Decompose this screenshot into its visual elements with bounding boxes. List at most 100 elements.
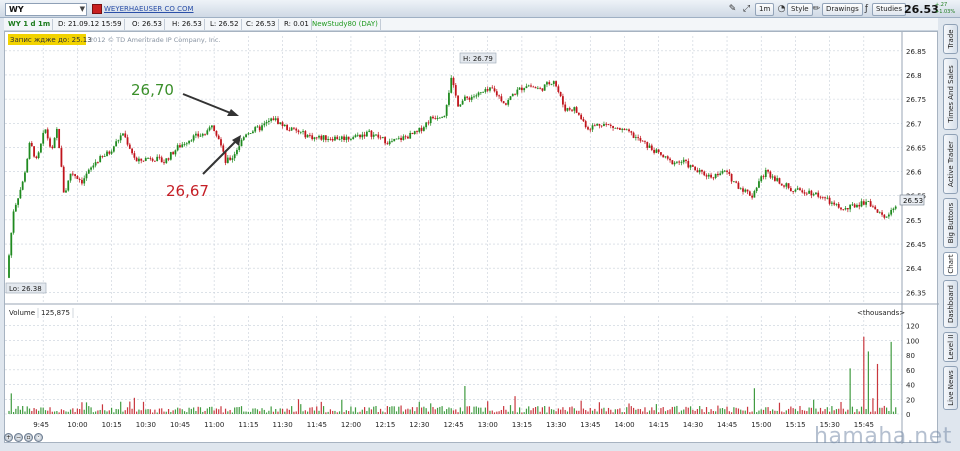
- volume-bar: [630, 406, 632, 414]
- candle-body: [742, 188, 744, 192]
- volume-bar: [480, 407, 482, 414]
- candle-body: [270, 118, 273, 121]
- volume-bar: [215, 408, 218, 414]
- volume-bar: [895, 407, 897, 414]
- candle-body: [525, 86, 528, 89]
- volume-bar: [575, 410, 578, 414]
- volume-bar: [250, 411, 252, 414]
- candle-body: [128, 144, 131, 149]
- volume-bar: [879, 407, 881, 414]
- volume-bar: [238, 406, 240, 414]
- volume-bar: [405, 409, 407, 414]
- candle-body: [393, 138, 396, 142]
- volume-bar: [88, 406, 90, 414]
- candle-body: [675, 161, 678, 163]
- volume-bar: [423, 406, 425, 414]
- candle-body: [721, 170, 724, 174]
- candle-body: [179, 145, 181, 148]
- candle-body: [737, 182, 740, 189]
- study-label[interactable]: NewStudy80 (DAY): [310, 19, 381, 30]
- volume-bar: [336, 412, 338, 414]
- chart-title[interactable]: WY 1 d 1m: [6, 19, 54, 30]
- candle-body: [122, 133, 124, 136]
- volume-bar: [610, 409, 612, 414]
- interval-button[interactable]: 1m: [755, 3, 775, 16]
- tab-dashboard[interactable]: Dashboard: [943, 280, 958, 328]
- candle-body: [803, 192, 806, 194]
- candle-body: [468, 97, 471, 100]
- volume-bar: [787, 408, 790, 414]
- candle-body: [119, 135, 122, 141]
- tab-big-buttons[interactable]: Big Buttons: [943, 198, 958, 248]
- company-name-link[interactable]: WEYERHAEUSER CO COM: [104, 5, 194, 13]
- volume-bar: [297, 399, 300, 414]
- candle-body: [283, 124, 286, 126]
- symbol-value: WY: [9, 5, 24, 14]
- tab-chart[interactable]: Chart: [943, 252, 958, 276]
- tab-level-ii[interactable]: Level II: [943, 332, 958, 362]
- drawings-button[interactable]: Drawings: [822, 3, 863, 16]
- chevron-down-icon[interactable]: ▼: [80, 4, 85, 15]
- tab-live-news[interactable]: Live News: [943, 366, 958, 410]
- volume-bar: [291, 406, 293, 414]
- style-button[interactable]: Style: [787, 3, 813, 16]
- annotation-arrow-lower: [202, 139, 238, 175]
- candle-body: [124, 133, 127, 138]
- candle-body: [386, 143, 389, 145]
- reset-zoom-icon[interactable]: ·: [34, 433, 43, 442]
- volume-bar: [152, 412, 154, 414]
- pan-icon[interactable]: ⤢: [740, 3, 753, 16]
- candle-body: [17, 198, 20, 205]
- candle-body: [696, 170, 699, 173]
- company-flag-icon: [92, 4, 102, 14]
- volume-bar: [145, 409, 147, 414]
- volume-bar: [678, 412, 680, 414]
- candle-body: [306, 134, 309, 138]
- candle-body: [621, 128, 624, 130]
- volume-bar: [799, 405, 801, 414]
- candle-body: [352, 137, 355, 139]
- low-label: Lo: 26.38: [9, 285, 42, 293]
- studies-button[interactable]: Studies: [872, 3, 906, 16]
- x-tick-label: 12:30: [409, 421, 429, 429]
- candle-body: [805, 193, 808, 195]
- volume-bar: [532, 408, 534, 414]
- volume-bar: [790, 406, 792, 414]
- symbol-input[interactable]: WY ▼: [5, 3, 87, 16]
- tab-trade[interactable]: Trade: [943, 24, 958, 54]
- volume-bar: [534, 406, 537, 414]
- candle-body: [862, 201, 865, 205]
- volume-bar: [8, 410, 10, 414]
- volume-bar: [464, 386, 466, 414]
- zoom-out-icon[interactable]: −: [14, 433, 23, 442]
- volume-bar: [692, 409, 694, 414]
- candle-body: [297, 130, 300, 133]
- fit-icon[interactable]: ▫: [24, 433, 33, 442]
- zoom-in-icon[interactable]: +: [4, 433, 13, 442]
- volume-bar: [350, 406, 352, 414]
- chart-area[interactable]: 26.8526.826.7526.726.6526.626.5526.526.4…: [4, 31, 939, 444]
- candle-body: [564, 104, 567, 111]
- candle-body: [322, 135, 325, 140]
- tab-active-trader[interactable]: Active Trader: [943, 134, 958, 194]
- candle-body: [821, 196, 824, 198]
- candle-body: [762, 176, 765, 178]
- volume-bar: [835, 409, 838, 414]
- candle-body: [85, 173, 88, 179]
- volume-bar: [810, 407, 812, 414]
- volume-bar: [831, 406, 833, 414]
- volume-bar: [671, 406, 673, 414]
- price-volume-chart[interactable]: 26.8526.826.7526.726.6526.626.5526.526.4…: [5, 32, 939, 444]
- volume-bar: [826, 407, 828, 414]
- volume-bar: [186, 412, 188, 414]
- candle-body: [418, 127, 421, 132]
- volume-bar: [163, 411, 165, 414]
- crosshair-icon[interactable]: ✎: [726, 3, 739, 16]
- volume-bar: [664, 411, 667, 414]
- tab-times-and-sales[interactable]: Times And Sales: [943, 58, 958, 130]
- candle-body: [815, 192, 817, 195]
- candle-body: [452, 77, 455, 86]
- volume-bar: [197, 406, 199, 414]
- candle-body: [356, 134, 359, 136]
- candle-body: [274, 118, 277, 121]
